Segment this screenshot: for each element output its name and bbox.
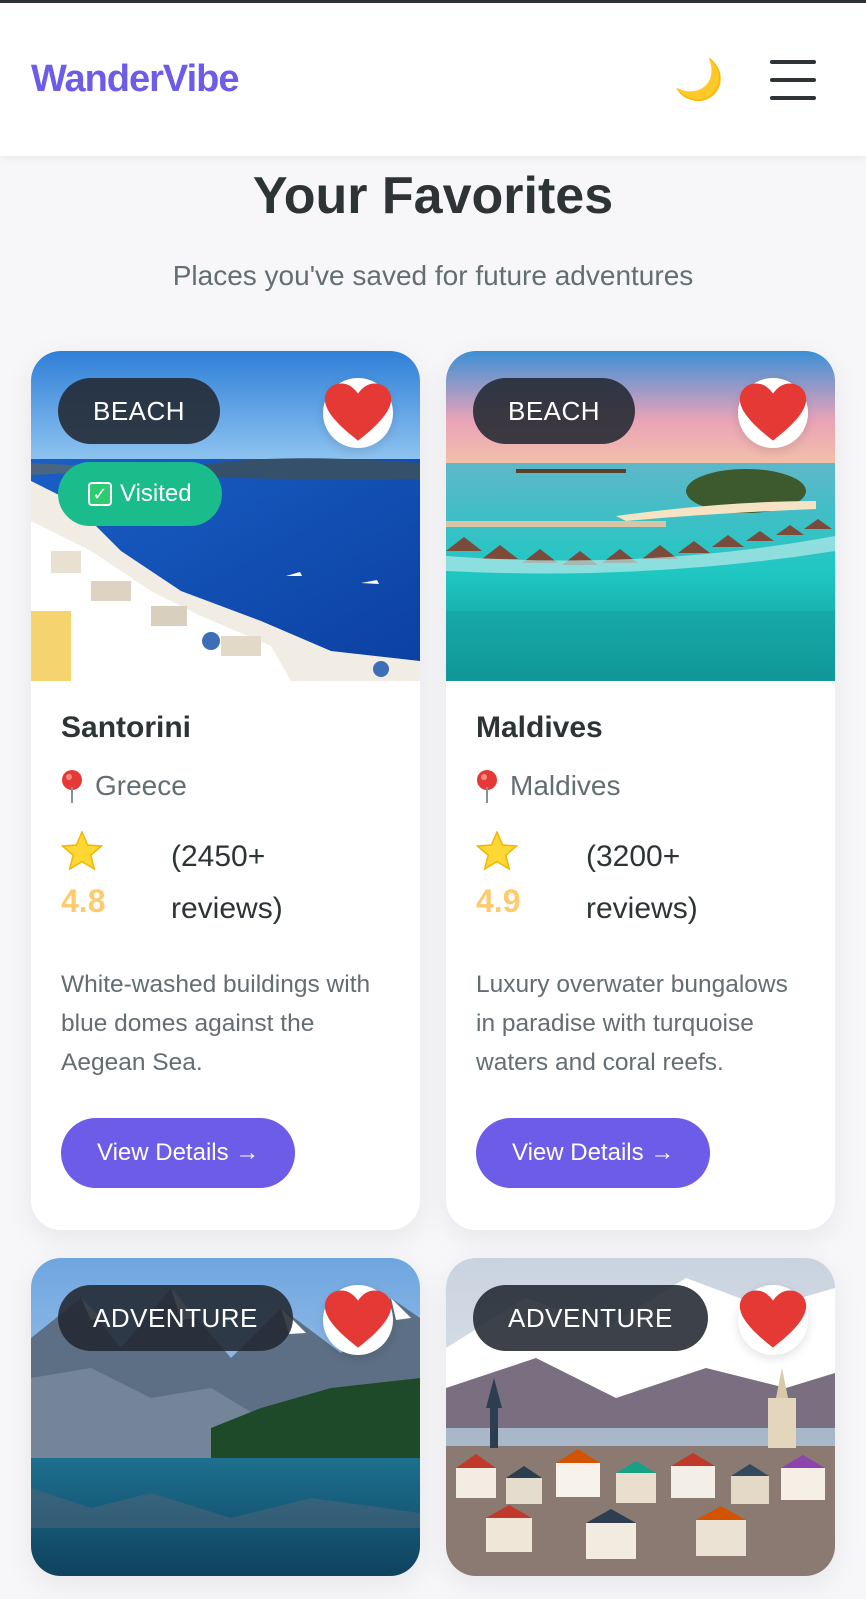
favorite-heart-button[interactable] (323, 1285, 393, 1355)
destination-name: Maldives (476, 711, 603, 744)
category-badge: BEACH (473, 378, 636, 444)
visited-badge: ✓ Visited (58, 462, 222, 526)
review-count: (3200+ reviews) (586, 840, 698, 925)
moon-icon[interactable]: 🌙 (674, 60, 724, 100)
rating-row: 4.9 (3200+ reviews) (476, 831, 805, 935)
review-count: (2450+ reviews) (171, 840, 283, 925)
rating-value: 4.9 (476, 883, 521, 919)
favorite-heart-button[interactable] (738, 1285, 808, 1355)
destination-name: Santorini (61, 711, 192, 744)
destination-card: BEACH ✓ Visited Santorini Greece 4.8 (24… (31, 351, 420, 1230)
location-pin-icon (477, 770, 497, 803)
header-actions: 🌙 (674, 59, 816, 100)
card-body: Maldives Maldives 4.9 (3200+ reviews) Lu… (446, 681, 835, 1230)
destination-location: Maldives (476, 769, 805, 803)
favorites-grid: BEACH ✓ Visited Santorini Greece 4.8 (24… (31, 351, 835, 1576)
visited-label: Visited (120, 480, 192, 507)
destination-image[interactable]: BEACH ✓ Visited (31, 351, 420, 681)
hamburger-menu-icon[interactable] (770, 59, 816, 100)
category-badge: BEACH (58, 378, 221, 444)
page-heading: Your Favorites Places you've saved for f… (0, 160, 866, 292)
favorite-heart-button[interactable] (323, 378, 393, 448)
destination-description: White-washed buildings with blue domes a… (61, 971, 371, 1076)
checkmark-icon: ✓ (88, 482, 112, 506)
favorite-heart-button[interactable] (738, 378, 808, 448)
brand-logo[interactable]: WanderVibe (31, 58, 239, 101)
menu-bar (770, 95, 816, 100)
menu-bar (770, 77, 816, 82)
menu-bar (770, 59, 816, 64)
category-badge: ADVENTURE (473, 1285, 708, 1351)
category-badge: ADVENTURE (58, 1285, 293, 1351)
page-title: Your Favorites (252, 167, 614, 225)
destination-description: Luxury overwater bungalows in paradise w… (476, 971, 788, 1076)
rating-value: 4.8 (61, 883, 106, 919)
page-subtitle: Places you've saved for future adventure… (172, 260, 694, 291)
heart-icon (739, 383, 807, 441)
destination-card: BEACH Maldives Maldives 4.9 (3200+ revie… (446, 351, 835, 1230)
destination-card: ADVENTURE (31, 1258, 420, 1576)
destination-image[interactable]: ADVENTURE (446, 1258, 835, 1576)
star-icon (476, 831, 518, 871)
destination-image[interactable]: BEACH (446, 351, 835, 681)
rating-row: 4.8 (2450+ reviews) (61, 831, 390, 935)
location-pin-icon (62, 770, 82, 803)
card-body: Santorini Greece 4.8 (2450+ reviews) Whi… (31, 681, 420, 1230)
destination-card: ADVENTURE (446, 1258, 835, 1576)
view-details-button[interactable]: View Details → (476, 1118, 711, 1188)
top-nav: WanderVibe 🌙 (0, 3, 866, 156)
heart-icon (324, 1290, 392, 1348)
heart-icon (739, 1290, 807, 1348)
view-details-button[interactable]: View Details → (61, 1118, 296, 1188)
location-text: Greece (95, 770, 187, 801)
location-text: Maldives (510, 770, 621, 801)
destination-location: Greece (61, 769, 390, 803)
heart-icon (324, 383, 392, 441)
star-icon (61, 831, 103, 871)
destination-image[interactable]: ADVENTURE (31, 1258, 420, 1576)
